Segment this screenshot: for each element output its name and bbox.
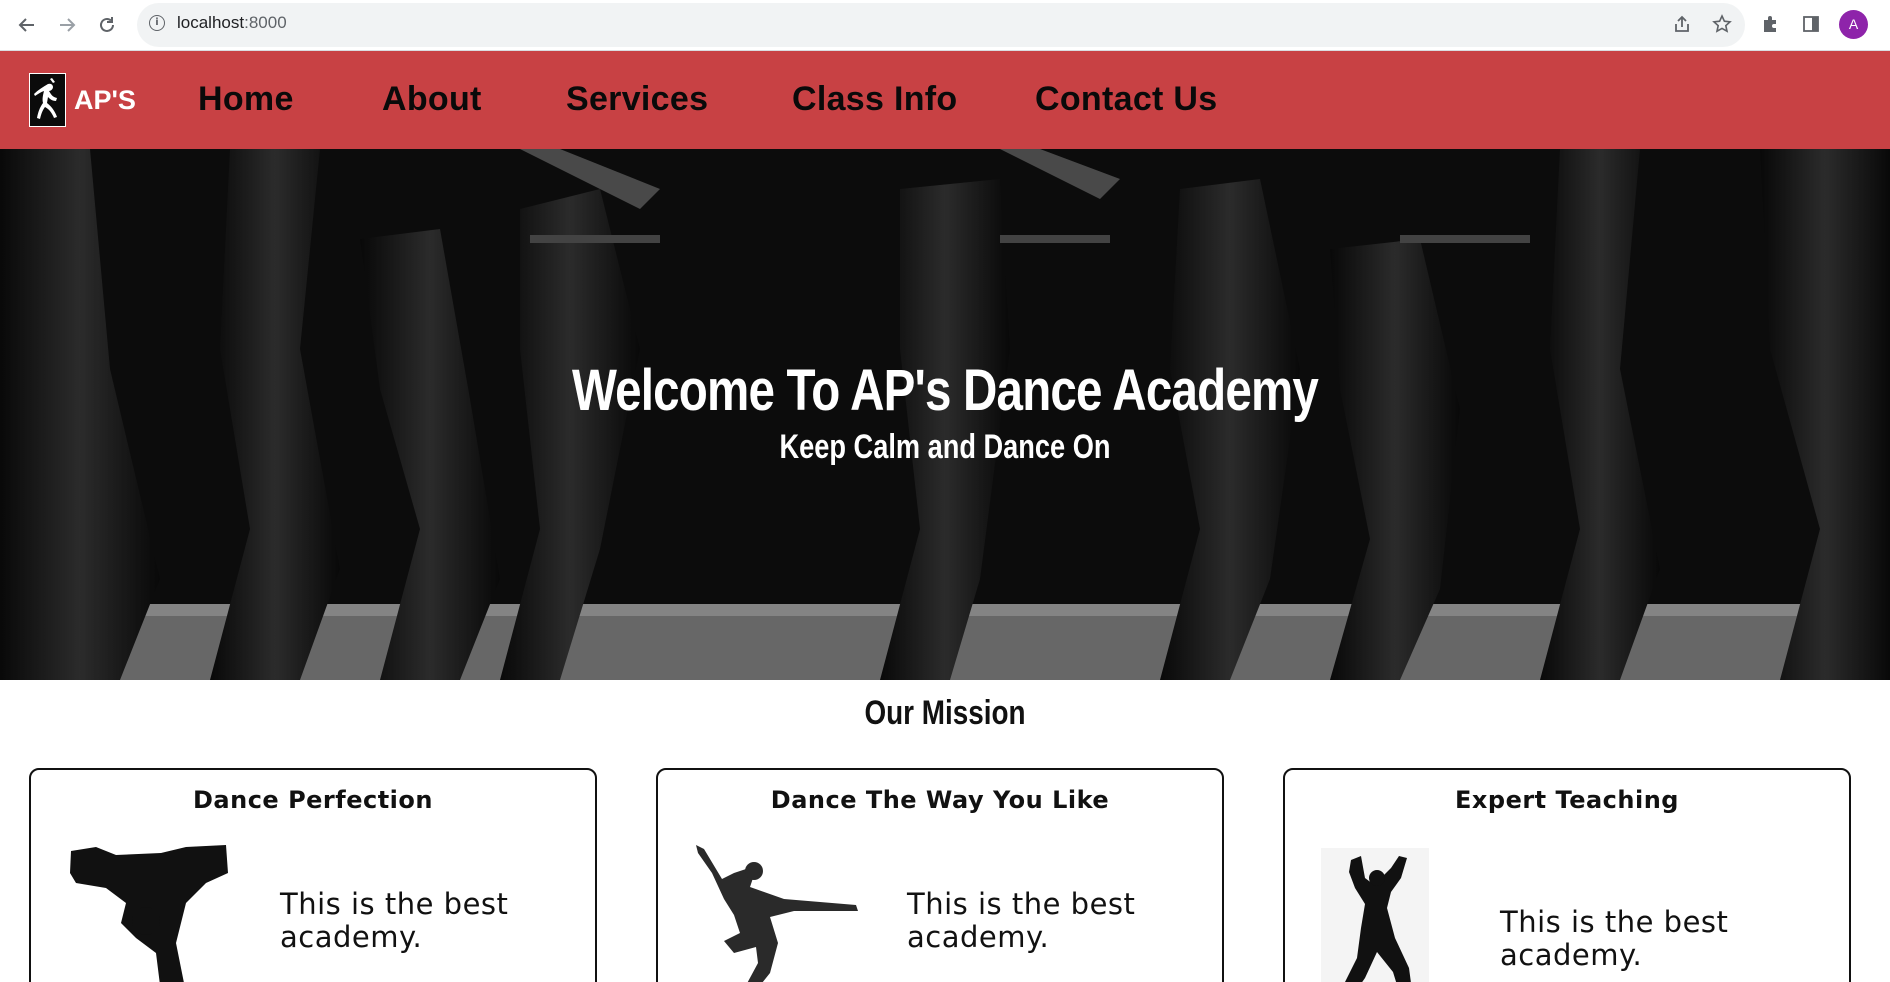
nav-link-class-info[interactable]: Class Info bbox=[792, 80, 957, 119]
nav-link-home[interactable]: Home bbox=[198, 80, 294, 119]
card-title: Dance Perfection bbox=[193, 786, 433, 814]
bookmark-star-icon[interactable] bbox=[1711, 13, 1733, 35]
site-logo[interactable]: AP'S bbox=[29, 73, 136, 127]
dancer-logo-icon bbox=[29, 73, 66, 127]
share-icon[interactable] bbox=[1671, 13, 1693, 35]
side-panel-icon[interactable] bbox=[1800, 13, 1822, 35]
url-host: localhost bbox=[177, 13, 245, 32]
hero-banner: Welcome To AP's Dance Academy Keep Calm … bbox=[0, 149, 1890, 680]
mission-card-dance-perfection: Dance Perfection This is the best academ… bbox=[29, 768, 597, 982]
card-text: This is the best academy. bbox=[280, 887, 509, 954]
card-title: Dance The Way You Like bbox=[770, 786, 1110, 814]
url-text[interactable]: localhost:8000 bbox=[177, 13, 287, 33]
address-bar[interactable] bbox=[137, 3, 1745, 47]
card-title: Expert Teaching bbox=[1455, 786, 1679, 814]
site-navbar: AP'S Home About Services Class Info Cont… bbox=[0, 51, 1890, 149]
card-text: This is the best academy. bbox=[1500, 905, 1729, 972]
mission-card-dance-the-way-you-like: Dance The Way You Like This is the best … bbox=[656, 768, 1224, 982]
mission-heading: Our Mission bbox=[864, 694, 1026, 732]
nav-link-services[interactable]: Services bbox=[566, 80, 708, 119]
extensions-puzzle-icon[interactable] bbox=[1760, 13, 1782, 35]
nav-link-about[interactable]: About bbox=[382, 80, 482, 119]
logo-text: AP'S bbox=[74, 84, 136, 115]
browser-toolbar: i localhost:8000 A bbox=[0, 0, 1890, 51]
reload-icon[interactable] bbox=[90, 8, 124, 42]
url-port: :8000 bbox=[244, 13, 287, 32]
forward-arrow-icon[interactable] bbox=[50, 8, 84, 42]
site-info-icon[interactable]: i bbox=[149, 15, 165, 31]
posing-dancer-silhouette-image bbox=[1321, 848, 1429, 982]
breakdancer-silhouette-image bbox=[66, 843, 231, 982]
card-text: This is the best academy. bbox=[907, 887, 1136, 954]
hero-subtitle: Keep Calm and Dance On bbox=[779, 428, 1111, 466]
leaping-dancer-silhouette-image bbox=[694, 843, 864, 982]
profile-avatar[interactable]: A bbox=[1839, 10, 1868, 39]
back-arrow-icon[interactable] bbox=[10, 8, 44, 42]
mission-card-expert-teaching: Expert Teaching This is the best academy… bbox=[1283, 768, 1851, 982]
hero-title: Welcome To AP's Dance Academy bbox=[571, 358, 1319, 423]
nav-link-contact-us[interactable]: Contact Us bbox=[1035, 80, 1217, 119]
